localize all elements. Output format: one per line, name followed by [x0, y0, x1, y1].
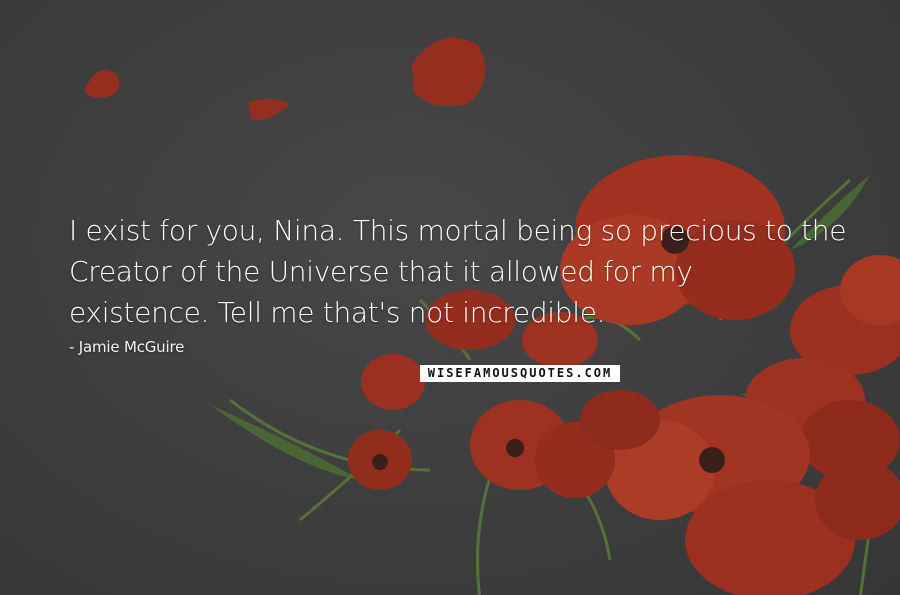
quote-line-2: Creator of the Universe that it allowed …	[69, 255, 693, 288]
quote-line-1: I exist for you, Nina. This mortal being…	[69, 214, 847, 247]
watermark-logo: WISEFAMOUSQUOTES.COM	[420, 365, 620, 382]
quote-text: I exist for you, Nina. This mortal being…	[69, 210, 869, 333]
quote-author: - Jamie McGuire	[69, 338, 185, 356]
quote-line-3: existence. Tell me that's not incredible…	[69, 296, 606, 329]
quote-card: I exist for you, Nina. This mortal being…	[0, 0, 900, 595]
